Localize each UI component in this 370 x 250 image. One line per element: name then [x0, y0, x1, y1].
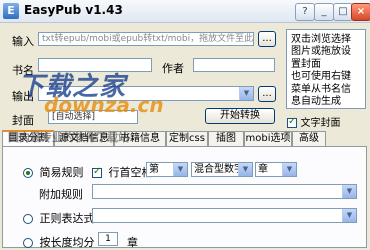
extra-rule-label: 附加规则	[39, 188, 83, 201]
tab-advanced[interactable]: 高级	[292, 131, 326, 146]
linestart-checkbox[interactable]	[92, 166, 102, 178]
cover-label: 封面	[12, 114, 34, 127]
close-button[interactable]: ×	[351, 3, 370, 21]
extra-rule-select[interactable]: ▼	[92, 184, 357, 199]
number-type-select[interactable]: 混合型数字 ▼	[191, 162, 253, 177]
chevron-down-icon: ▼	[239, 87, 253, 100]
hint-line: 菜单从书名信	[291, 83, 351, 95]
chevron-down-icon: ▼	[342, 209, 356, 222]
app-icon: E	[3, 3, 19, 19]
regex-radio[interactable]	[23, 214, 33, 224]
linestart-option[interactable]: 行首空格	[92, 164, 153, 180]
chevron-down-icon: ▼	[282, 163, 296, 176]
hint-line: 置封面	[291, 58, 321, 70]
input-file-field[interactable]: txt转epub/mobi或epub转txt/mobi，拖放文件至此	[38, 32, 254, 46]
regex-label: 正则表达式	[39, 212, 95, 225]
hint-line: 也可使用右键	[291, 71, 351, 83]
output-browse-button[interactable]: ...	[258, 86, 276, 102]
tab-illustration[interactable]: 插图	[208, 131, 244, 146]
input-label: 输入	[12, 35, 34, 48]
start-convert-button[interactable]: 开始转换	[205, 108, 275, 124]
text-cover-checkbox[interactable]	[287, 116, 297, 128]
cover-hint-box[interactable]: 双击浏览选择 图片或拖放设 置封面 也可使用右键 菜单从书名信 息自动生成	[286, 29, 366, 109]
length-split-label: 按长度均分	[39, 236, 95, 249]
app-window: E EasyPub v1.43 ? _ □ × 输入 txt转epub/mobi…	[0, 0, 370, 250]
chevron-down-icon: ▼	[342, 185, 356, 198]
simple-rule-label: 简易规则	[39, 166, 84, 179]
length-split-radio[interactable]	[23, 238, 33, 248]
tab-custom-css[interactable]: 定制css	[166, 131, 208, 146]
regex-option[interactable]: 正则表达式	[23, 210, 95, 226]
tab-panel-toc-split: 简易规则 行首空格 第 ▼ 混合型数字 ▼ 章 ▼ 附加规则 ▼ 正则表达式 ▼	[2, 146, 367, 250]
simple-rule-radio[interactable]	[23, 168, 33, 178]
hint-line: 图片或拖放设	[291, 46, 351, 58]
length-split-option[interactable]: 按长度均分	[23, 234, 95, 250]
regex-select[interactable]: ▼	[92, 208, 357, 223]
prefix-select[interactable]: 第 ▼	[146, 162, 188, 177]
window-title: EasyPub v1.43	[24, 3, 123, 17]
number-type-value: 混合型数字	[194, 164, 244, 175]
simple-rule-option[interactable]: 简易规则	[23, 164, 84, 180]
suffix-select[interactable]: 章 ▼	[255, 162, 297, 177]
hint-line: 双击浏览选择	[291, 34, 351, 45]
length-unit-label: 章	[127, 236, 138, 249]
title-bar: E EasyPub v1.43 ? _ □ ×	[0, 0, 370, 23]
maximize-button[interactable]: □	[333, 3, 353, 21]
minimize-button[interactable]: _	[314, 3, 334, 21]
chevron-down-icon: ▼	[173, 163, 187, 176]
input-browse-button[interactable]: ...	[258, 31, 276, 47]
author-label: 作者	[162, 62, 184, 75]
author-field[interactable]	[193, 58, 275, 72]
text-cover-label: 文字封面	[300, 118, 341, 129]
hint-line: 息自动生成	[291, 96, 341, 108]
watermark-domain: downza.cn	[44, 93, 164, 117]
help-button[interactable]: ?	[295, 3, 315, 21]
chevron-down-icon: ▼	[238, 163, 252, 176]
watermark-slogan: 国内最专业的软件下载站	[8, 131, 129, 144]
length-value-field[interactable]: 1	[98, 232, 118, 246]
text-cover-option[interactable]: 文字封面	[287, 114, 341, 129]
prefix-select-value: 第	[149, 164, 159, 175]
suffix-select-value: 章	[258, 164, 268, 175]
tab-mobi-options[interactable]: mobi选项	[244, 131, 292, 146]
